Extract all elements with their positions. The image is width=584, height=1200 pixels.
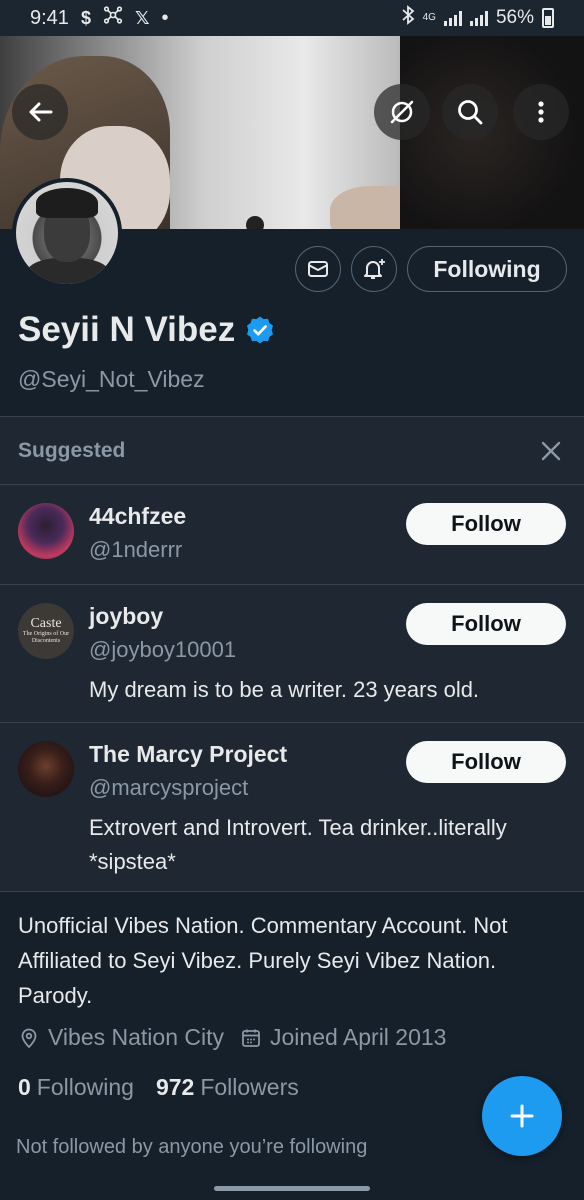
more-button[interactable] (513, 84, 569, 140)
close-icon (541, 441, 561, 460)
home-indicator[interactable] (214, 1186, 370, 1191)
avatar-book-title: Caste (30, 616, 62, 631)
follow-button[interactable]: Follow (406, 741, 566, 783)
joined-date: Joined April 2013 (240, 1024, 446, 1051)
suggested-header: Suggested (0, 417, 584, 485)
battery-percent: 56% (495, 7, 534, 28)
grok-button[interactable] (374, 84, 430, 140)
close-suggested-button[interactable] (536, 436, 566, 466)
suggested-account[interactable]: Caste The Origins of Our Discontents joy… (0, 585, 584, 723)
calendar-icon (242, 1029, 260, 1047)
followers-label: Followers (200, 1074, 299, 1100)
mail-icon (308, 261, 328, 277)
profile-meta: Vibes Nation City Joined April 2013 (18, 1024, 462, 1051)
suggested-handle: @1nderrr (89, 537, 183, 562)
suggested-account[interactable]: 44chfzee @1nderrr Follow (0, 485, 584, 585)
network-icon (103, 5, 123, 31)
suggested-handle: @joyboy10001 (89, 637, 237, 662)
message-button[interactable] (295, 246, 341, 292)
follow-button[interactable]: Follow (406, 503, 566, 545)
status-bar: 9:41 $ 𝕏 • 4G 56% (0, 0, 584, 36)
followers-count: 972 (155, 1074, 195, 1100)
location: Vibes Nation City (18, 1024, 224, 1051)
following-count: 0 (18, 1074, 31, 1100)
network-type: 4G (422, 12, 436, 23)
following-label: Following (36, 1074, 134, 1100)
profile-bio: Unofficial Vibes Nation. Commentary Acco… (18, 913, 508, 1008)
followers-count-link[interactable]: 972 Followers (156, 1074, 299, 1101)
bell-plus-icon (364, 259, 385, 279)
location-text: Vibes Nation City (48, 1024, 224, 1050)
avatar-book-subtitle: The Origins of Our Discontents (22, 631, 70, 644)
grok-icon (390, 100, 414, 124)
compose-button[interactable] (482, 1076, 562, 1156)
suggested-bio: My dream is to be a writer. 23 years old… (89, 677, 480, 702)
suggested-title: Suggested (18, 438, 126, 462)
following-count-link[interactable]: 0 Following (18, 1074, 134, 1101)
signal-icon-2 (469, 10, 488, 26)
suggested-name[interactable]: 44chfzee (89, 503, 186, 530)
display-name: Seyii N Vibez (18, 310, 236, 349)
suggested-name[interactable]: The Marcy Project (89, 741, 287, 768)
not-followed-note: Not followed by anyone you’re following (16, 1136, 368, 1158)
dollar-icon: $ (80, 7, 91, 28)
suggested-avatar[interactable]: Caste The Origins of Our Discontents (18, 603, 74, 659)
suggested-panel: Suggested 44chfzee @1nderrr Follow Caste… (0, 416, 584, 892)
suggested-avatar[interactable] (18, 503, 74, 559)
x-logo-icon: 𝕏 (134, 7, 150, 28)
following-button[interactable]: Following (407, 246, 567, 292)
search-button[interactable] (442, 84, 498, 140)
signal-icon (443, 10, 462, 26)
follow-button[interactable]: Follow (406, 603, 566, 645)
joined-text: Joined April 2013 (270, 1024, 447, 1050)
suggested-name[interactable]: joyboy (89, 603, 163, 630)
avatar[interactable] (12, 178, 122, 288)
search-icon (458, 100, 483, 125)
suggested-handle: @marcysproject (89, 775, 249, 800)
battery-icon (542, 8, 554, 28)
location-pin-icon (21, 1028, 37, 1048)
plus-icon (510, 1104, 534, 1128)
dot-icon: • (161, 6, 169, 29)
back-arrow-icon (29, 102, 53, 122)
back-button[interactable] (12, 84, 68, 140)
more-vertical-icon (538, 101, 544, 123)
profile-handle: @Seyi_Not_Vibez (18, 366, 205, 392)
follow-counts: 0 Following 972 Followers (18, 1074, 299, 1101)
notify-button[interactable] (351, 246, 397, 292)
status-time: 9:41 (30, 6, 69, 29)
suggested-avatar[interactable] (18, 741, 74, 797)
bluetooth-icon (401, 5, 415, 31)
suggested-bio: Extrovert and Introvert. Tea drinker..li… (89, 815, 507, 874)
profile-name-row: Seyii N Vibez (18, 310, 275, 350)
verified-badge-icon (247, 316, 274, 344)
suggested-account[interactable]: The Marcy Project @marcysproject Extrove… (0, 723, 584, 893)
